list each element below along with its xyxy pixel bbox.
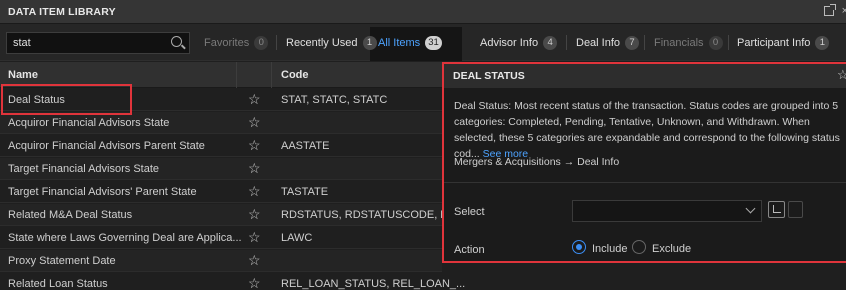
table-row[interactable]: Proxy Statement Date ☆ [0, 250, 442, 272]
select-label: Select [454, 206, 485, 218]
table-row[interactable]: Acquiror Financial Advisors State ☆ [0, 112, 442, 134]
tab-all-items[interactable]: All Items 31 [378, 32, 442, 54]
tab-favorites[interactable]: Favorites 0 [204, 32, 269, 54]
star-icon[interactable]: ☆ [248, 275, 261, 290]
chevron-down-icon [745, 203, 756, 214]
tab-count: 4 [543, 36, 558, 50]
divider [444, 182, 846, 183]
row-code: STAT, STATC, STATC [281, 94, 388, 106]
row-code: RDSTATUS, RDSTATUSCODE, R... [281, 209, 458, 221]
favorite-star-icon[interactable]: ☆ [837, 67, 846, 83]
table-row[interactable]: State where Laws Governing Deal are Appl… [0, 227, 442, 249]
popout-icon[interactable] [824, 4, 836, 16]
detail-description: Deal Status: Most recent status of the t… [454, 98, 846, 162]
tab-label: Participant Info [737, 37, 811, 49]
select-dropdown[interactable] [572, 200, 762, 222]
code-column-header[interactable]: Code [281, 69, 309, 81]
column-divider [271, 62, 272, 88]
exclude-label[interactable]: Exclude [652, 243, 691, 255]
star-icon[interactable]: ☆ [248, 229, 261, 246]
tab-advisor-info[interactable]: Advisor Info 4 [480, 32, 558, 54]
row-code: LAWC [281, 232, 313, 244]
tab-label: Favorites [204, 37, 250, 49]
search-box [6, 32, 190, 54]
table-row[interactable]: Acquiror Financial Advisors Parent State… [0, 135, 442, 157]
row-name: Acquiror Financial Advisors State [8, 117, 170, 129]
table-row[interactable]: Related Loan Status ☆ REL_LOAN_STATUS, R… [0, 273, 465, 290]
search-input[interactable] [7, 33, 157, 53]
insert-icon[interactable] [768, 201, 785, 218]
exclude-radio[interactable] [632, 240, 646, 254]
star-icon[interactable]: ☆ [248, 183, 261, 200]
row-name: Target Financial Advisors State [8, 163, 160, 175]
action-label: Action [454, 244, 485, 256]
row-name: State where Laws Governing Deal are Appl… [8, 232, 242, 244]
close-icon[interactable]: × [842, 5, 846, 17]
tab-count: 1 [362, 36, 377, 50]
tab-recently-used[interactable]: Recently Used 1 [286, 32, 377, 54]
row-name: Related M&A Deal Status [8, 209, 133, 221]
tab-financials[interactable]: Financials 0 [654, 32, 723, 54]
tab-label: Advisor Info [480, 37, 539, 49]
selection-highlight-box [1, 84, 132, 115]
name-column-header[interactable]: Name [8, 69, 38, 81]
detail-title: DEAL STATUS [453, 70, 525, 82]
star-icon[interactable]: ☆ [248, 91, 261, 108]
save-icon [788, 201, 803, 218]
toolbar: Favorites 0 Recently Used 1 All Items 31… [0, 24, 846, 61]
table-row[interactable]: Target Financial Advisors State ☆ [0, 158, 442, 180]
star-icon[interactable]: ☆ [248, 206, 261, 223]
title-bar: DATA ITEM LIBRARY × [0, 0, 846, 24]
tab-label: All Items [378, 37, 421, 49]
include-radio[interactable] [572, 240, 586, 254]
table-row[interactable]: Related M&A Deal Status ☆ RDSTATUS, RDST… [0, 204, 457, 226]
detail-panel: DEAL STATUS ☆ Deal Status: Most recent s… [442, 62, 846, 263]
tab-count: 1 [815, 36, 830, 50]
row-code: REL_LOAN_STATUS, REL_LOAN_... [281, 278, 466, 290]
row-code: AASTATE [281, 140, 330, 152]
row-name: Related Loan Status [8, 278, 108, 290]
tab-count: 7 [625, 36, 640, 50]
tab-divider [644, 35, 645, 50]
search-icon[interactable] [171, 36, 182, 47]
include-label[interactable]: Include [592, 243, 627, 255]
row-code: TASTATE [281, 186, 329, 198]
window-title: DATA ITEM LIBRARY [8, 5, 116, 18]
column-divider [236, 62, 237, 88]
tab-deal-info[interactable]: Deal Info 7 [576, 32, 640, 54]
table-row[interactable]: Target Financial Advisors' Parent State … [0, 181, 442, 203]
tab-count: 0 [254, 36, 269, 50]
tab-divider [276, 35, 277, 50]
tab-label: Deal Info [576, 37, 621, 49]
star-icon[interactable]: ☆ [248, 137, 261, 154]
star-icon[interactable]: ☆ [248, 160, 261, 177]
star-icon[interactable]: ☆ [248, 114, 261, 131]
tab-divider [728, 35, 729, 50]
tab-divider [566, 35, 567, 50]
row-name: Target Financial Advisors' Parent State [8, 186, 197, 198]
star-icon[interactable]: ☆ [248, 252, 261, 269]
tab-count: 31 [425, 36, 442, 50]
tab-label: Financials [654, 37, 704, 49]
category-path: Mergers & Acquisitions → Deal Info [454, 156, 620, 168]
detail-header: DEAL STATUS ☆ [444, 64, 846, 88]
row-name: Proxy Statement Date [8, 255, 116, 267]
tab-label: Recently Used [286, 37, 358, 49]
row-name: Acquiror Financial Advisors Parent State [8, 140, 205, 152]
tab-count: 0 [708, 36, 723, 50]
tab-participant-info[interactable]: Participant Info 1 [737, 32, 830, 54]
